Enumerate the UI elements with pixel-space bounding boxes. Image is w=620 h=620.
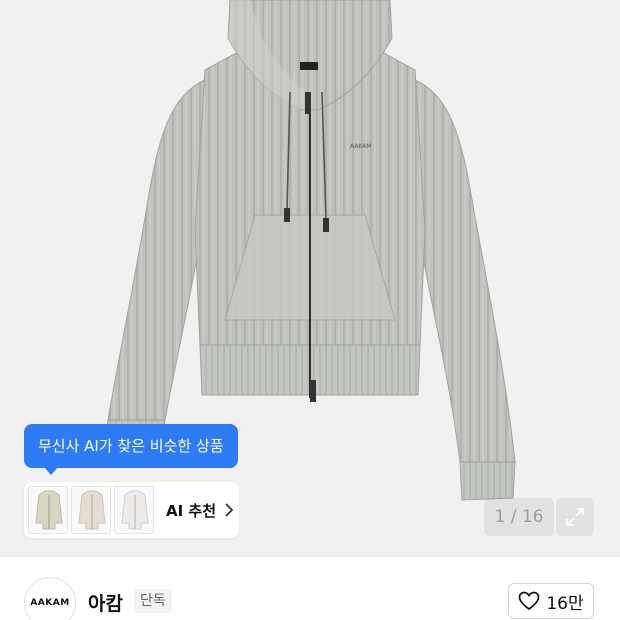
image-page-counter: 1 / 16	[484, 498, 554, 536]
ai-similar-tooltip[interactable]: 무신사 AI가 찾은 비슷한 상품	[24, 424, 238, 475]
svg-text:AAKAM: AAKAM	[350, 143, 372, 150]
brand-row: AAKAM 아캄 단독 16만	[0, 557, 620, 620]
expand-icon	[566, 508, 584, 526]
ai-recommendation-label: AI 추천	[166, 501, 217, 520]
product-image[interactable]: AAKAM 무신사 AI가 찾은 비슷한 상품 AI 추천 1 / 16	[0, 0, 620, 556]
like-count: 16만	[546, 593, 584, 614]
heart-icon	[519, 591, 540, 611]
exclusive-badge: 단독	[134, 589, 172, 613]
similar-product-thumb[interactable]	[114, 486, 154, 534]
chevron-right-icon	[225, 503, 234, 517]
expand-image-button[interactable]	[556, 498, 594, 536]
brand-logo[interactable]: AAKAM	[24, 577, 76, 620]
ai-recommendation-card[interactable]: AI 추천	[24, 482, 239, 538]
brand-name[interactable]: 아캄	[88, 589, 123, 616]
like-button[interactable]: 16만	[508, 583, 594, 619]
similar-product-thumb[interactable]	[28, 486, 68, 534]
hoodie-illustration: AAKAM	[103, 0, 516, 501]
tooltip-arrow	[44, 467, 58, 475]
similar-product-thumb[interactable]	[71, 486, 111, 534]
ai-similar-tooltip-text: 무신사 AI가 찾은 비슷한 상품	[38, 437, 224, 455]
